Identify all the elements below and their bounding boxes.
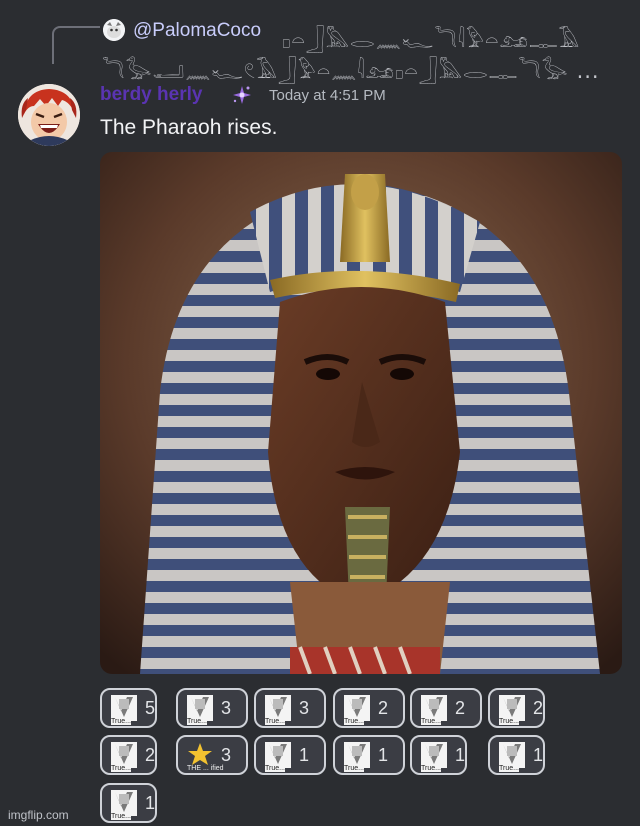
reaction-emoji-label: True... — [499, 765, 519, 772]
true-emoji-icon: True... — [109, 740, 139, 772]
reaction-count: 1 — [145, 792, 156, 813]
true-emoji-icon: True... — [263, 740, 293, 772]
star-emoji-icon: THE ... ified — [185, 740, 224, 772]
role-sparkle-icon — [233, 86, 251, 104]
reaction-emoji-label: True... — [111, 813, 131, 820]
reaction-1[interactable]: True... 5 — [100, 688, 157, 728]
reaction-emoji-label: True... — [421, 765, 441, 772]
reaction-3[interactable]: True... 3 — [254, 688, 326, 728]
reaction-10[interactable]: True... 1 — [333, 735, 405, 775]
reaction-emoji-label: True... — [265, 718, 285, 725]
reply-author[interactable]: @PalomaCoco — [133, 20, 261, 42]
reply-text-line-1[interactable]: 𓊪𓏏𓃀𓅓𓂋𓈖𓆑𓆓𓇋𓅱𓏏𓃭𓊃𓄿 — [282, 19, 612, 54]
reaction-emoji-label: True... — [421, 718, 441, 725]
reaction-count: 1 — [378, 744, 389, 765]
reply-avatar-icon — [103, 19, 125, 41]
reaction-2[interactable]: True... 3 — [176, 688, 248, 728]
reaction-count: 5 — [145, 697, 156, 718]
reaction-count: 2 — [455, 697, 466, 718]
reaction-13[interactable]: True... 1 — [100, 783, 157, 823]
reaction-emoji-label: True... — [344, 718, 364, 725]
true-emoji-icon: True... — [497, 693, 527, 725]
reaction-count: 2 — [145, 744, 156, 765]
true-emoji-icon: True... — [263, 693, 293, 725]
true-emoji-icon: True... — [185, 693, 215, 725]
true-emoji-icon: True... — [419, 740, 449, 772]
reaction-9[interactable]: True... 1 — [254, 735, 326, 775]
reaction-emoji-label: THE ... ified — [187, 765, 224, 772]
username[interactable]: berdy herly — [100, 84, 202, 106]
reaction-count: 2 — [533, 697, 544, 718]
reaction-5[interactable]: True... 2 — [410, 688, 482, 728]
reaction-emoji-label: True... — [111, 718, 131, 725]
reaction-emoji-label: True... — [111, 765, 131, 772]
message-timestamp: Today at 4:51 PM — [269, 87, 386, 104]
reaction-emoji-label: True... — [265, 765, 285, 772]
true-emoji-icon: True... — [342, 693, 372, 725]
message-image-attachment[interactable] — [100, 152, 622, 674]
true-emoji-icon: True... — [109, 788, 139, 820]
imgflip-watermark: imgflip.com — [8, 808, 69, 822]
true-emoji-icon: True... — [419, 693, 449, 725]
pharaoh-painting — [100, 152, 622, 674]
avatar[interactable] — [18, 84, 80, 146]
reaction-emoji-label: True... — [187, 718, 207, 725]
reaction-count: 2 — [378, 697, 389, 718]
reaction-11[interactable]: True... 1 — [410, 735, 467, 775]
reaction-count: 3 — [221, 697, 232, 718]
reaction-count: 1 — [533, 744, 544, 765]
reaction-12[interactable]: True... 1 — [488, 735, 545, 775]
reaction-emoji-label: True... — [344, 765, 364, 772]
reaction-emoji-label: True... — [499, 718, 519, 725]
reply-avatar[interactable] — [103, 19, 125, 41]
reaction-count: 1 — [455, 744, 466, 765]
reaction-count: 3 — [299, 697, 310, 718]
message-content: The Pharaoh rises. — [100, 116, 278, 139]
reaction-6[interactable]: True... 2 — [488, 688, 545, 728]
avatar-art — [18, 84, 80, 146]
reaction-4[interactable]: True... 2 — [333, 688, 405, 728]
true-emoji-icon: True... — [342, 740, 372, 772]
reaction-count: 1 — [299, 744, 310, 765]
true-emoji-icon: True... — [497, 740, 527, 772]
reply-connector-line — [52, 26, 100, 64]
reaction-count: 3 — [221, 744, 232, 765]
reply-text-line-2[interactable]: 𓆓𓅭𓂝𓈖𓆑𓏲𓄿𓃀𓅱𓏏𓈖𓇋𓃭𓊪𓏏𓃀𓅓𓂋𓊃𓆓𓅭 ... — [102, 50, 602, 85]
reaction-7[interactable]: True... 2 — [100, 735, 157, 775]
reaction-8[interactable]: THE ... ified 3 — [176, 735, 248, 775]
true-emoji-icon: True... — [109, 693, 139, 725]
